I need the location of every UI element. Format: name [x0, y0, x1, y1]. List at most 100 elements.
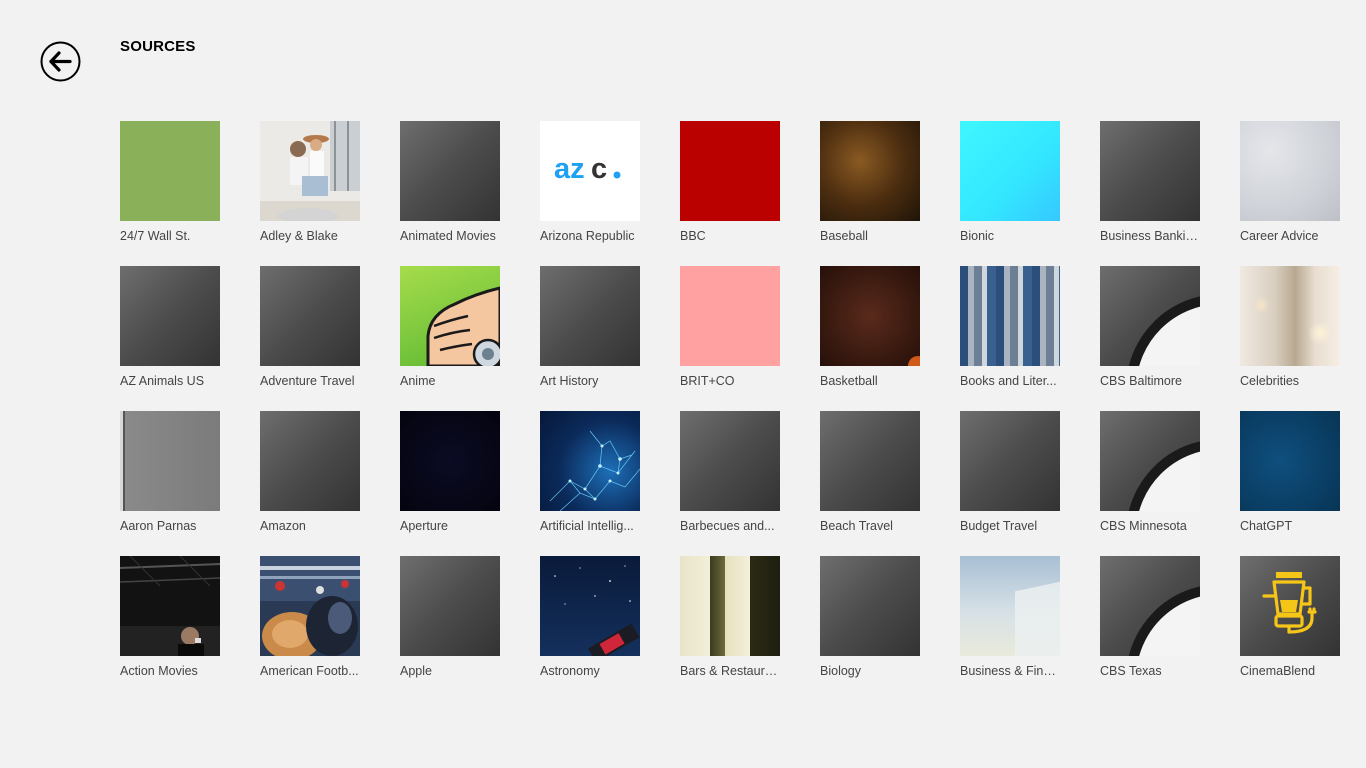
source-tile-adventure-travel[interactable]: Adventure Travel — [260, 266, 360, 388]
source-thumbnail — [960, 411, 1060, 511]
source-thumbnail — [400, 556, 500, 656]
source-label: Basketball — [820, 374, 878, 388]
source-thumbnail — [1100, 556, 1200, 656]
source-label: Career Advice — [1240, 229, 1319, 243]
svg-text:az: az — [554, 153, 585, 185]
source-tile-beach-travel[interactable]: Beach Travel — [820, 411, 920, 533]
source-tile-biology[interactable]: Biology — [820, 556, 920, 678]
source-label: Business Bankin... — [1100, 229, 1200, 243]
source-tile-animated-movies[interactable]: Animated Movies — [400, 121, 500, 243]
astronomy-photo — [554, 565, 640, 656]
source-label: AZ Animals US — [120, 374, 205, 388]
source-label: Artificial Intellig... — [540, 519, 634, 533]
source-thumbnail — [400, 266, 500, 366]
source-tile-action-movies[interactable]: Action Movies — [120, 556, 220, 678]
source-tile-az-animals-us[interactable]: AZ Animals US — [120, 266, 220, 388]
source-label: BRIT+CO — [680, 374, 735, 388]
source-label: Adley & Blake — [260, 229, 338, 243]
source-tile-aperture[interactable]: Aperture — [400, 411, 500, 533]
source-label: Baseball — [820, 229, 868, 243]
source-tile-cinemablend[interactable]: CinemaBlend — [1240, 556, 1340, 678]
source-tile-brit-co[interactable]: BRIT+CO — [680, 266, 780, 388]
source-tile-arizona-republic[interactable]: az c Arizona Republic — [540, 121, 640, 243]
source-thumbnail — [120, 266, 220, 366]
source-tile-american-football[interactable]: American Footb... — [260, 556, 360, 678]
source-label: CBS Minnesota — [1100, 519, 1187, 533]
source-tile-anime[interactable]: Anime — [400, 266, 500, 388]
source-thumbnail — [1100, 121, 1200, 221]
source-tile-business-finance[interactable]: Business & Fina... — [960, 556, 1060, 678]
source-tile-astronomy[interactable]: Astronomy — [540, 556, 640, 678]
azc-logo: az c — [554, 153, 621, 185]
source-tile-budget-travel[interactable]: Budget Travel — [960, 411, 1060, 533]
source-tile-24-7-wall-st[interactable]: 24/7 Wall St. — [120, 121, 220, 243]
source-tile-cbs-minnesota[interactable]: CBS Minnesota — [1100, 411, 1200, 533]
cinemablend-blender-icon — [1262, 572, 1317, 634]
source-thumbnail — [540, 556, 640, 656]
svg-text:c: c — [591, 153, 607, 185]
source-tile-books-literature[interactable]: Books and Liter... — [960, 266, 1060, 388]
source-label: Bars & Restaura... — [680, 664, 780, 678]
sources-grid: 24/7 Wall St. AZ Animals US Aaron Parnas… — [120, 121, 1340, 678]
source-tile-baseball[interactable]: Baseball — [820, 121, 920, 243]
source-thumbnail — [820, 121, 920, 221]
source-tile-bbc[interactable]: BBC — [680, 121, 780, 243]
source-label: CBS Texas — [1100, 664, 1162, 678]
source-tile-business-banking[interactable]: Business Bankin... — [1100, 121, 1200, 243]
source-tile-celebrities[interactable]: Celebrities — [1240, 266, 1340, 388]
source-thumbnail — [680, 411, 780, 511]
source-label: Apple — [400, 664, 432, 678]
back-arrow-icon — [40, 41, 81, 82]
source-label: CBS Baltimore — [1100, 374, 1182, 388]
source-label: Business & Fina... — [960, 664, 1060, 678]
source-thumbnail — [960, 266, 1060, 366]
source-tile-adley-blake[interactable]: Adley & Blake — [260, 121, 360, 243]
source-thumbnail — [820, 411, 920, 511]
source-label: Bionic — [960, 229, 995, 243]
source-tile-apple[interactable]: Apple — [400, 556, 500, 678]
source-label: Aaron Parnas — [120, 519, 197, 533]
source-tile-cbs-texas[interactable]: CBS Texas — [1100, 556, 1200, 678]
source-thumbnail — [820, 266, 920, 366]
source-label: Aperture — [400, 519, 448, 533]
source-tile-bars-restaurants[interactable]: Bars & Restaura... — [680, 556, 780, 678]
source-tile-bionic[interactable]: Bionic — [960, 121, 1060, 243]
back-button[interactable] — [40, 41, 81, 82]
source-label: Budget Travel — [960, 519, 1038, 533]
source-tile-chatgpt[interactable]: ChatGPT — [1240, 411, 1340, 533]
source-thumbnail — [260, 556, 360, 656]
source-thumbnail — [960, 556, 1060, 656]
source-thumbnail — [540, 266, 640, 366]
source-label: Beach Travel — [820, 519, 893, 533]
source-label: Art History — [540, 374, 599, 388]
source-label: American Footb... — [260, 664, 359, 678]
source-tile-artificial-intelligence[interactable]: Artificial Intellig... — [540, 411, 640, 533]
source-tile-cbs-baltimore[interactable]: CBS Baltimore — [1100, 266, 1200, 388]
source-tile-barbecues[interactable]: Barbecues and... — [680, 411, 780, 533]
ai-network-image — [549, 430, 640, 511]
source-thumbnail — [400, 121, 500, 221]
american-football-photo — [260, 556, 360, 656]
action-movies-photo — [120, 556, 220, 656]
source-tile-career-advice[interactable]: Career Advice — [1240, 121, 1340, 243]
source-label: Adventure Travel — [260, 374, 355, 388]
source-tile-art-history[interactable]: Art History — [540, 266, 640, 388]
source-thumbnail — [260, 121, 360, 221]
source-thumbnail — [540, 411, 640, 511]
source-tile-amazon[interactable]: Amazon — [260, 411, 360, 533]
source-tile-aaron-parnas[interactable]: Aaron Parnas — [120, 411, 220, 533]
source-thumbnail — [1240, 411, 1340, 511]
source-thumbnail — [960, 121, 1060, 221]
source-thumbnail — [1100, 266, 1200, 366]
source-label: ChatGPT — [1240, 519, 1293, 533]
source-tile-basketball[interactable]: Basketball — [820, 266, 920, 388]
adley-blake-photo — [260, 121, 360, 221]
source-thumbnail — [680, 121, 780, 221]
source-thumbnail — [120, 121, 220, 221]
source-label: Anime — [400, 374, 436, 388]
source-thumbnail — [1240, 556, 1340, 656]
page-title: SOURCES — [120, 38, 196, 55]
source-label: Action Movies — [120, 664, 198, 678]
source-thumbnail — [120, 556, 220, 656]
source-thumbnail: az c — [540, 121, 640, 221]
